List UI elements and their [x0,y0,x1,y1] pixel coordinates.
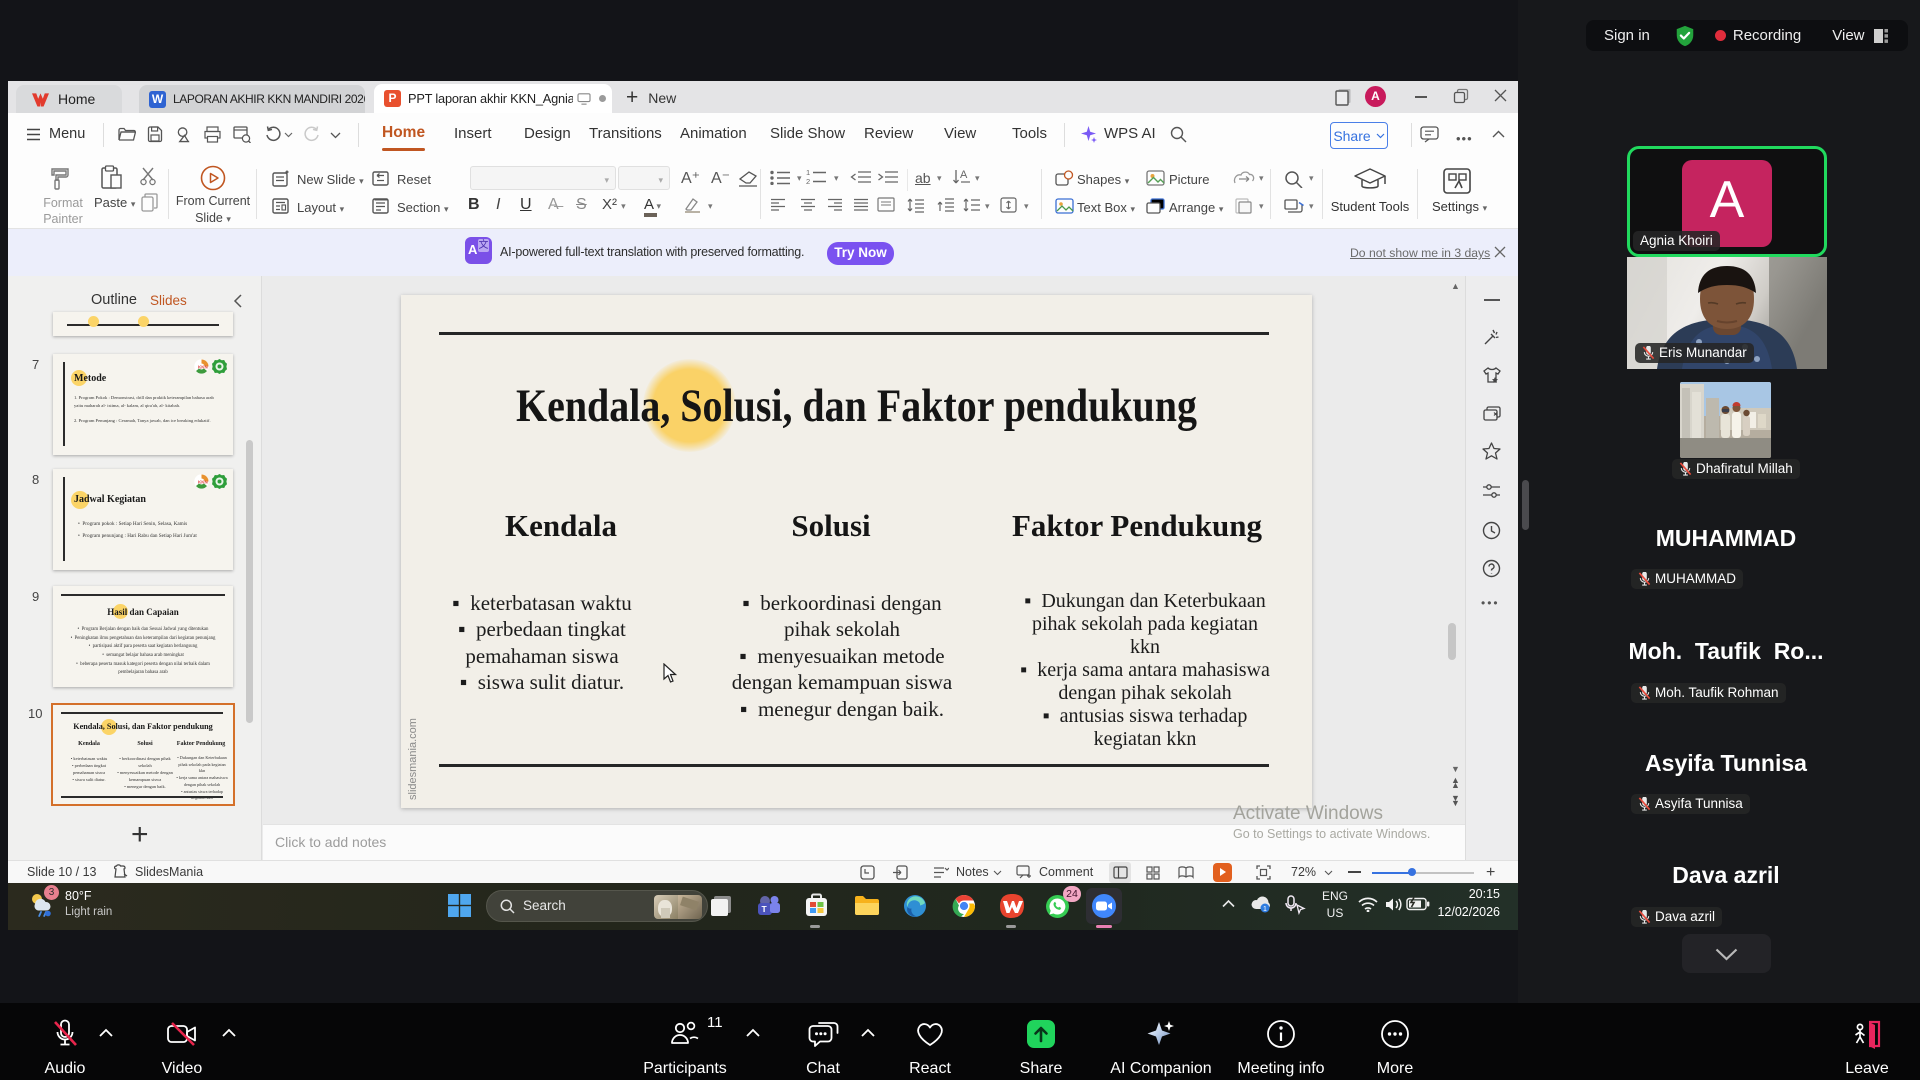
svg-text:KKN: KKN [198,365,208,370]
svg-text:2: 2 [806,177,810,185]
svg-text:KKN: KKN [198,480,208,485]
svg-text:1: 1 [1263,906,1267,913]
svg-text:A: A [960,169,968,181]
svg-text:1: 1 [806,169,810,177]
svg-text:T: T [762,904,768,914]
